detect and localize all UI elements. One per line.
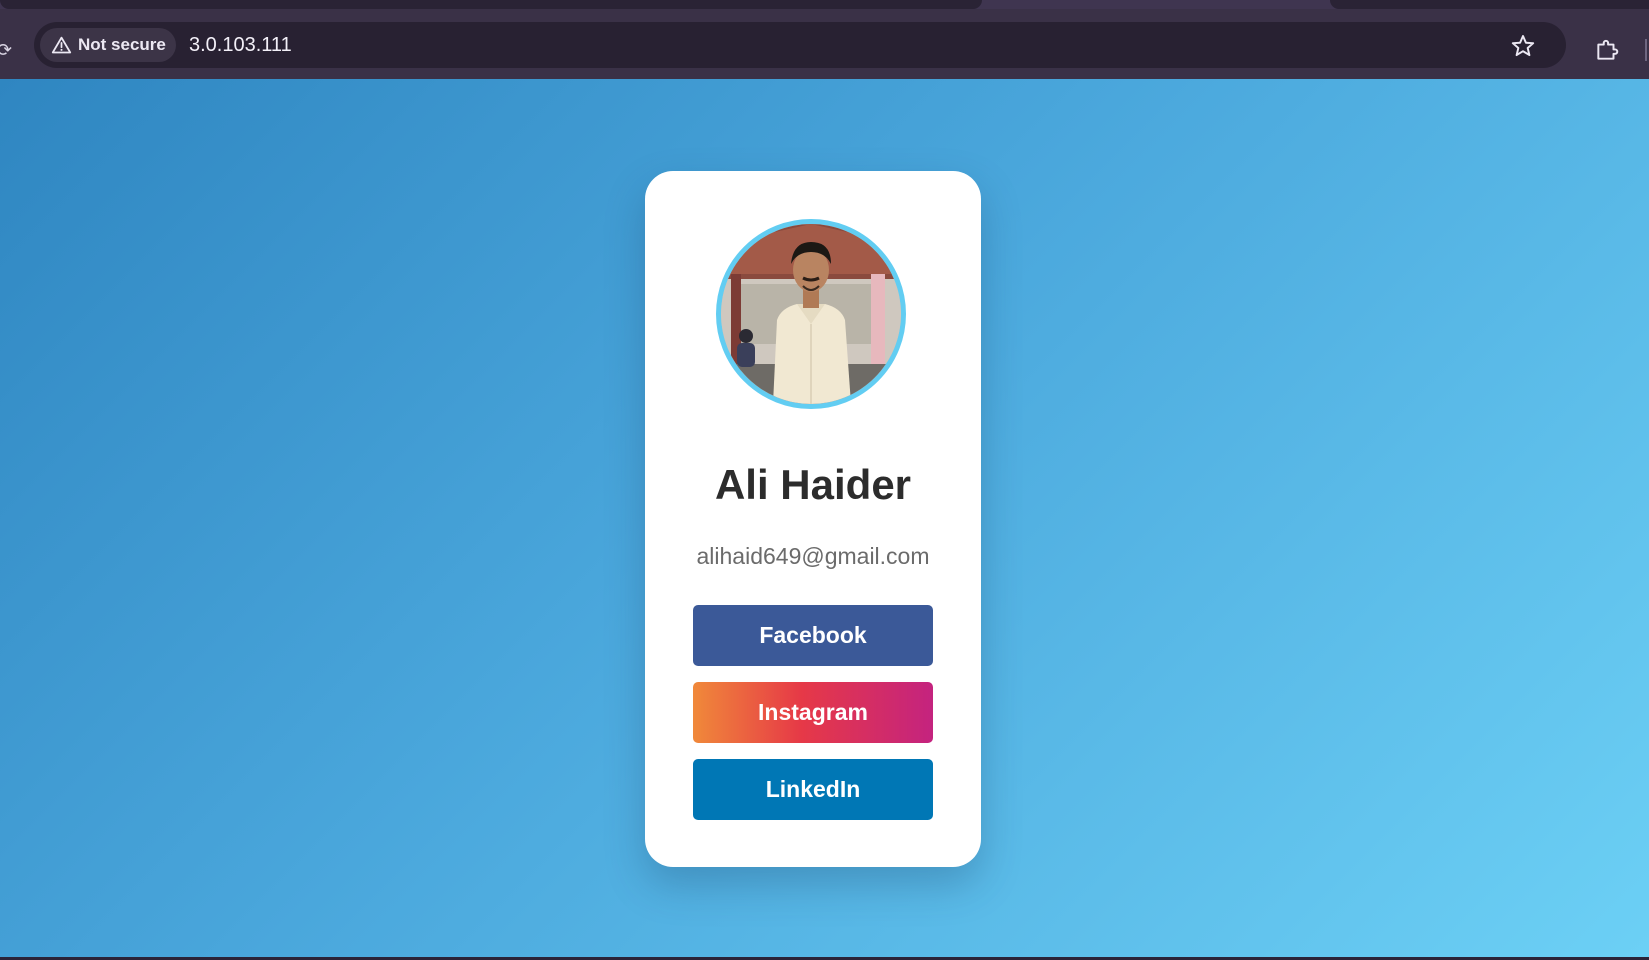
- profile-name: Ali Haider: [714, 461, 912, 508]
- puzzle-piece-icon[interactable]: [1594, 37, 1620, 63]
- profile-photo: [721, 224, 901, 404]
- reload-icon[interactable]: ⟳: [0, 40, 12, 61]
- avatar: [716, 219, 906, 409]
- facebook-button[interactable]: Facebook: [693, 605, 933, 666]
- security-indicator[interactable]: Not secure: [40, 28, 176, 62]
- instagram-button[interactable]: Instagram: [693, 682, 933, 743]
- browser-tab[interactable]: [0, 0, 982, 9]
- browser-toolbar: ⟳ Not secure 3.0.103.111: [0, 9, 1649, 79]
- address-bar[interactable]: Not secure 3.0.103.111: [34, 22, 1566, 68]
- url-text[interactable]: 3.0.103.111: [189, 34, 292, 57]
- linkedin-button[interactable]: LinkedIn: [693, 759, 933, 820]
- security-label: Not secure: [78, 35, 166, 54]
- toolbar-divider: [1645, 39, 1647, 61]
- profile-email: alihaid649@gmail.com: [696, 543, 930, 569]
- star-icon[interactable]: [1510, 33, 1536, 59]
- profile-card: Ali Haider alihaid649@gmail.com Facebook…: [645, 171, 981, 867]
- warning-triangle-icon: [51, 36, 72, 53]
- browser-tab[interactable]: [1330, 0, 1649, 9]
- page-viewport: Ali Haider alihaid649@gmail.com Facebook…: [0, 79, 1649, 957]
